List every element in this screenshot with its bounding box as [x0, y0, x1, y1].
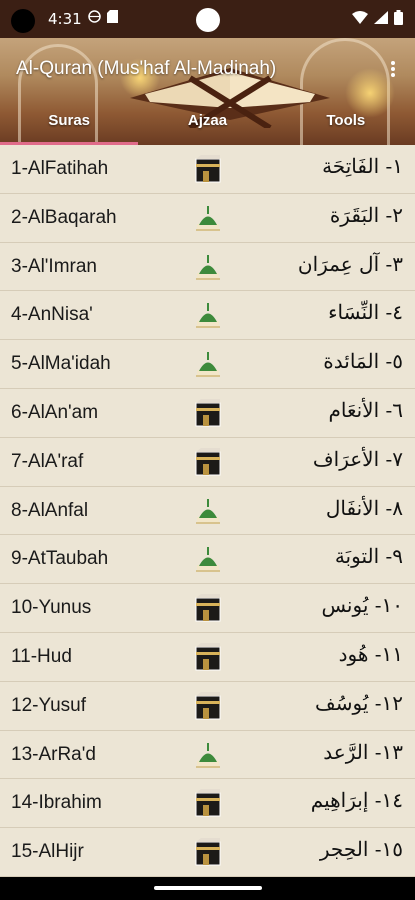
sura-arabic-name: ٤- النِّسَاء	[328, 300, 403, 325]
sura-row[interactable]: 7-AlA'raf ٧- الأعرَاف	[0, 438, 415, 487]
sura-arabic-name: ١٥- الحِجر	[319, 837, 403, 862]
sura-name: 6-AlAn'am	[11, 401, 99, 423]
kaaba-icon	[195, 398, 221, 427]
tab-ajzaa[interactable]: Ajzaa	[138, 108, 276, 145]
sura-list: 1-AlFatihah ١- الفَاتِحَة 2-AlBaqarah ٢- …	[0, 145, 415, 877]
sura-arabic-name: ١٠- يُونس	[321, 593, 403, 618]
sura-arabic-name: ١٣- الرَّعد	[323, 739, 403, 764]
kaaba-icon	[195, 155, 221, 183]
sura-arabic-name: ٣- آل عِمرَان	[297, 251, 403, 276]
sura-row[interactable]: 4-AnNisa' ٤- النِّسَاء	[0, 291, 415, 341]
sura-arabic-name: ١١- هُود	[338, 641, 403, 666]
sura-arabic-name: ٨- الأنفَال	[325, 495, 403, 520]
status-bar: 4:31	[0, 0, 415, 38]
tab-suras[interactable]: Suras	[0, 108, 139, 145]
sura-row[interactable]: 6-AlAn'am ٦- الأنعَام	[0, 389, 415, 438]
home-gesture-handle[interactable]	[154, 886, 262, 890]
sura-arabic-name: ٦- الأنعَام	[328, 397, 403, 422]
sura-name: 14-Ibrahim	[11, 792, 102, 814]
tab-bar: Suras Ajzaa Tools	[0, 108, 415, 145]
wifi-icon	[352, 11, 368, 24]
sura-name: 11-Hud	[11, 645, 72, 667]
sura-row[interactable]: 8-AlAnfal ٨- الأنفَال	[0, 487, 415, 536]
kaaba-icon	[195, 447, 221, 476]
prophets-mosque-icon	[195, 741, 221, 769]
sura-arabic-name: ٥- المَائدة	[323, 349, 403, 374]
sura-name: 1-AlFatihah	[11, 158, 109, 179]
sura-arabic-name: ١٢- يُوسُف	[315, 690, 403, 715]
navigation-bar	[0, 877, 415, 900]
vpn-globe-icon	[88, 10, 101, 23]
sura-row[interactable]: 14-Ibrahim ١٤- إبرَاهِيم	[0, 779, 415, 829]
prophets-mosque-icon	[195, 545, 221, 573]
sura-name: 4-AnNisa'	[11, 304, 93, 326]
status-system-icons	[352, 10, 403, 25]
sura-row[interactable]: 1-AlFatihah ١- الفَاتِحَة	[0, 145, 415, 194]
sura-row[interactable]: 13-ArRa'd ١٣- الرَّعد	[0, 731, 415, 780]
sura-arabic-name: ١٤- إبرَاهِيم	[310, 788, 403, 813]
prophets-mosque-icon	[195, 253, 221, 281]
tab-tools[interactable]: Tools	[277, 108, 415, 145]
app-title: Al-Quran (Mus'haf Al-Madinah)	[16, 58, 277, 79]
sura-row[interactable]: 15-AlHijr ١٥- الحِجر	[0, 828, 415, 877]
prophets-mosque-icon	[195, 350, 221, 378]
more-vert-icon[interactable]	[385, 59, 401, 81]
sura-arabic-name: ١- الفَاتِحَة	[322, 154, 403, 178]
status-time: 4:31	[48, 10, 82, 28]
sura-name: 9-AtTaubah	[11, 548, 109, 570]
sura-name: 13-ArRa'd	[11, 743, 96, 765]
sura-name: 3-Al'Imran	[11, 255, 97, 277]
prophets-mosque-icon	[195, 204, 221, 232]
sura-name: 10-Yunus	[11, 597, 92, 619]
sd-card-icon	[107, 10, 118, 23]
kaaba-icon	[195, 691, 221, 720]
kaaba-icon	[195, 642, 221, 671]
prophets-mosque-icon	[195, 497, 221, 525]
sura-row[interactable]: 12-Yusuf ١٢- يُوسُف	[0, 682, 415, 731]
sura-row[interactable]: 9-AtTaubah ٩- التوبَة	[0, 535, 415, 585]
sura-name: 7-AlA'raf	[11, 450, 84, 472]
signal-icon	[374, 11, 388, 24]
sura-name: 2-AlBaqarah	[11, 206, 117, 228]
sura-arabic-name: ٢- البَقَرَة	[329, 202, 403, 227]
sura-name: 5-AlMa'idah	[11, 353, 111, 375]
app-header: Al-Quran (Mus'haf Al-Madinah) Suras Ajza…	[0, 38, 415, 145]
kaaba-icon	[195, 594, 221, 622]
camera-cutout	[11, 9, 35, 33]
sura-row[interactable]: 11-Hud ١١- هُود	[0, 633, 415, 682]
sura-arabic-name: ٧- الأعرَاف	[312, 446, 403, 471]
sura-row[interactable]: 2-AlBaqarah ٢- البَقَرَة	[0, 194, 415, 243]
sura-name: 12-Yusuf	[11, 694, 86, 716]
front-camera-icon	[196, 8, 220, 32]
sura-arabic-name: ٩- التوبَة	[334, 544, 403, 569]
kaaba-icon	[195, 789, 221, 817]
sura-name: 8-AlAnfal	[11, 499, 89, 521]
battery-icon	[394, 10, 403, 25]
sura-row[interactable]: 5-AlMa'idah ٥- المَائدة	[0, 340, 415, 389]
status-notification-icons	[88, 10, 118, 23]
kaaba-icon	[195, 838, 221, 866]
sura-name: 15-AlHijr	[11, 841, 84, 863]
sura-row[interactable]: 10-Yunus ١٠- يُونس	[0, 584, 415, 633]
prophets-mosque-icon	[195, 301, 221, 329]
sura-row[interactable]: 3-Al'Imran ٣- آل عِمرَان	[0, 243, 415, 292]
